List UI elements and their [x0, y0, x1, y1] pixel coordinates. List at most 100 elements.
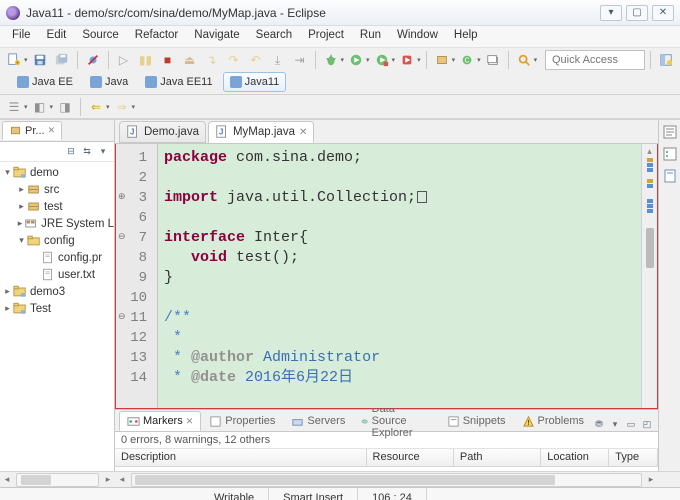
perspective-java-ee11[interactable]: Java EE11 [138, 72, 219, 92]
suspend-button[interactable]: ▮▮ [136, 50, 156, 70]
menu-navigate[interactable]: Navigate [186, 26, 247, 47]
tree-twisty[interactable]: ▸ [16, 201, 27, 212]
overview-ruler[interactable]: ▴ [641, 144, 657, 408]
back-button[interactable]: ⇐ [86, 97, 106, 117]
filter-markers-button[interactable]: ⛃ [592, 417, 606, 431]
tree-node-src[interactable]: ▸src [2, 181, 114, 198]
toggle-comment-button[interactable]: ☰ [4, 97, 24, 117]
tree-node-user-txt[interactable]: user.txt [2, 266, 114, 283]
cheatsheet-trim-icon[interactable] [662, 168, 678, 184]
tree-node-demo3[interactable]: ▸demo3 [2, 283, 114, 300]
run-button[interactable] [346, 50, 366, 70]
step-return-button[interactable]: ↶ [246, 50, 266, 70]
code-area[interactable]: package com.sina.demo; import java.util.… [158, 144, 641, 408]
step-over-button[interactable]: ↷ [224, 50, 244, 70]
tree-node-config[interactable]: ▾config [2, 232, 114, 249]
minimize-view-button[interactable]: ▭ [624, 417, 638, 431]
bottom-tab-markers[interactable]: Markers ✕ [119, 411, 201, 431]
tree-label: config.pr [58, 252, 102, 264]
run-last-button[interactable] [372, 50, 392, 70]
view-menu-button[interactable]: ▾ [608, 417, 622, 431]
markers-col-location[interactable]: Location [541, 449, 609, 467]
disconnect-button[interactable]: ⏏ [180, 50, 200, 70]
project-tree[interactable]: ▾demo▸src▸test▸JRE System L▾config config… [0, 162, 114, 471]
link-editor-button[interactable]: ⇆ [80, 145, 94, 159]
tree-twisty[interactable]: ▸ [2, 286, 13, 297]
perspective-java[interactable]: Java [83, 72, 135, 92]
shift-left-button[interactable]: ◧ [30, 97, 50, 117]
tree-node-demo[interactable]: ▾demo [2, 164, 114, 181]
tree-twisty[interactable]: ▸ [16, 218, 24, 229]
menu-source[interactable]: Source [74, 26, 126, 47]
quick-access-input[interactable] [545, 50, 645, 70]
explorer-scrollbar[interactable] [16, 473, 99, 487]
bottom-tab-data-source-explorer[interactable]: Data Source Explorer [353, 411, 438, 431]
new-class-button[interactable]: C [457, 50, 477, 70]
terminate-button[interactable]: ■ [158, 50, 178, 70]
drop-to-frame-button[interactable]: ⤓ [268, 50, 288, 70]
markers-table-header[interactable]: DescriptionResourcePathLocationType [115, 449, 658, 467]
menu-help[interactable]: Help [446, 26, 486, 47]
menu-project[interactable]: Project [300, 26, 352, 47]
resume-button[interactable]: ▷ [114, 50, 134, 70]
menu-refactor[interactable]: Refactor [127, 26, 186, 47]
debug-button[interactable] [321, 50, 341, 70]
scroll-right-button[interactable]: ▸ [644, 472, 658, 487]
save-button[interactable] [30, 50, 50, 70]
scroll-left-button[interactable]: ◂ [0, 472, 14, 487]
menu-window[interactable]: Window [389, 26, 446, 47]
save-all-button[interactable] [52, 50, 72, 70]
markers-col-description[interactable]: Description [115, 449, 367, 467]
bottom-tab-snippets[interactable]: Snippets [439, 411, 514, 431]
markers-scrollbar[interactable] [131, 473, 642, 487]
tree-twisty[interactable]: ▸ [2, 303, 13, 314]
markers-col-type[interactable]: Type [609, 449, 658, 467]
tree-twisty[interactable]: ▾ [2, 167, 13, 178]
close-tab-icon[interactable]: ✕ [299, 127, 307, 138]
bottom-tab-problems[interactable]: !Problems [514, 411, 592, 431]
scroll-right-button[interactable]: ▸ [101, 472, 115, 487]
tree-twisty[interactable]: ▸ [16, 184, 27, 195]
tree-twisty[interactable]: ▾ [16, 235, 27, 246]
shift-right-button[interactable]: ◨ [55, 97, 75, 117]
search-button[interactable] [514, 50, 534, 70]
perspective-java-ee[interactable]: Java EE [10, 72, 80, 92]
view-menu-button[interactable]: ▾ [96, 145, 110, 159]
maximize-button[interactable] [626, 5, 648, 21]
tree-node-config-pr[interactable]: config.pr [2, 249, 114, 266]
new-button[interactable] [4, 50, 24, 70]
perspective-java11[interactable]: Java11 [223, 72, 287, 92]
close-icon[interactable]: ✕ [48, 125, 56, 136]
minimize-button[interactable] [600, 5, 622, 21]
menu-search[interactable]: Search [248, 26, 300, 47]
menu-edit[interactable]: Edit [39, 26, 75, 47]
external-tools-button[interactable] [397, 50, 417, 70]
step-into-button[interactable]: ↴ [202, 50, 222, 70]
close-window-button[interactable] [652, 5, 674, 21]
menu-file[interactable]: File [4, 26, 39, 47]
editor-tab-demo-java[interactable]: JDemo.java [119, 121, 206, 143]
open-type-button[interactable] [483, 50, 503, 70]
use-step-filters-button[interactable]: ⇥ [290, 50, 310, 70]
package-explorer-tab[interactable]: Pr... ✕ [2, 121, 62, 140]
markers-col-path[interactable]: Path [454, 449, 541, 467]
maximize-view-button[interactable]: ◰ [640, 417, 654, 431]
close-icon[interactable]: ✕ [186, 416, 194, 427]
open-perspective-button[interactable] [656, 50, 676, 70]
tree-node-jre-system-l[interactable]: ▸JRE System L [2, 215, 114, 232]
menu-run[interactable]: Run [352, 26, 389, 47]
collapse-all-button[interactable]: ⊟ [64, 145, 78, 159]
bottom-tab-servers[interactable]: Servers [283, 411, 353, 431]
scroll-left-button[interactable]: ◂ [115, 472, 129, 487]
new-package-button[interactable] [432, 50, 452, 70]
editor[interactable]: 12⊕36⊖78910⊖11121314 package com.sina.de… [115, 144, 658, 409]
tasklist-trim-icon[interactable] [662, 146, 678, 162]
skip-breakpoints-button[interactable] [83, 50, 103, 70]
markers-col-resource[interactable]: Resource [367, 449, 454, 467]
tree-node-test[interactable]: ▸test [2, 198, 114, 215]
tree-node-test[interactable]: ▸Test [2, 300, 114, 317]
bottom-tab-properties[interactable]: Properties [201, 411, 283, 431]
forward-button[interactable]: ⇒ [112, 97, 132, 117]
editor-tab-mymap-java[interactable]: JMyMap.java✕ [208, 121, 314, 143]
outline-trim-icon[interactable] [662, 124, 678, 140]
